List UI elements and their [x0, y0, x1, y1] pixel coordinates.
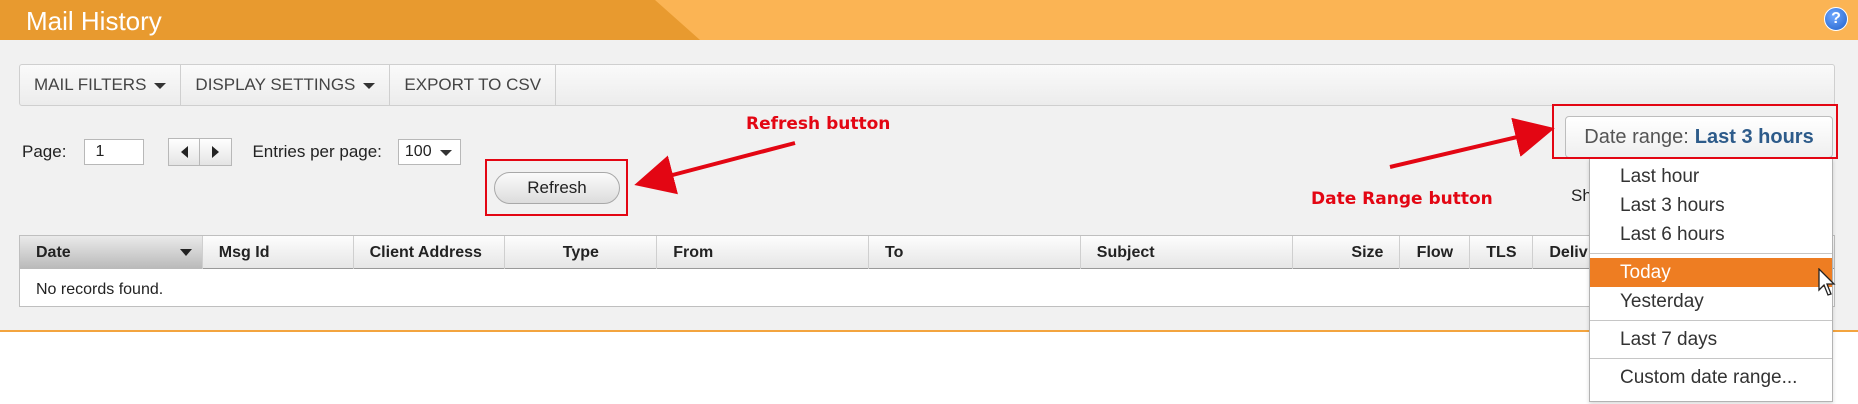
date-range-arrow — [1389, 117, 1555, 169]
refresh-arrow — [634, 141, 796, 195]
annotation-arrows — [634, 117, 1555, 195]
